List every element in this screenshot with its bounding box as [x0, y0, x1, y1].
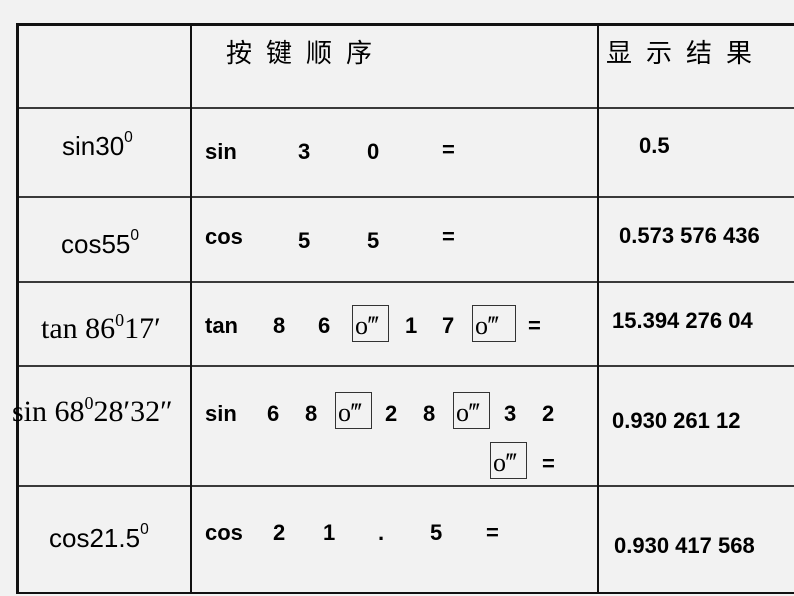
fn-name: sin: [62, 131, 96, 161]
table-border-left: [16, 23, 19, 594]
key: 1: [405, 313, 418, 338]
key: 3: [504, 401, 517, 426]
dms-key-icon: o‴: [453, 392, 490, 429]
expression-tan86-17: tan 86017′: [41, 310, 161, 346]
expression-cos21-5: cos21.50: [49, 521, 149, 554]
row-divider: [16, 485, 794, 487]
key: .: [378, 520, 385, 545]
row-divider: [16, 365, 794, 367]
column-divider: [190, 23, 192, 594]
key: 2: [542, 401, 555, 426]
dms-key-icon: o‴: [352, 305, 389, 342]
degrees: 68: [54, 395, 85, 428]
degrees: 86: [85, 312, 116, 345]
column-divider: [597, 23, 599, 594]
angle-value: 55: [101, 229, 131, 259]
minutes: 17′: [124, 312, 161, 345]
expression-cos55: cos550: [61, 227, 140, 260]
fn-name: sin: [12, 395, 48, 428]
dms-key-icon: o‴: [335, 392, 372, 429]
key: sin: [205, 139, 237, 164]
degree-sup: 0: [140, 521, 149, 538]
key: tan: [205, 313, 238, 338]
key: 7: [442, 313, 455, 338]
key: sin: [205, 401, 237, 426]
calculator-key-sequence-table: 按键顺序 显示结果 sin300 sin 3 0 = 0.5 cos550 co…: [12, 23, 794, 594]
key: 1: [323, 520, 336, 545]
key: cos: [205, 224, 243, 249]
minutes-seconds: 28′32″: [93, 395, 173, 428]
row-divider: [16, 107, 794, 109]
degree-sup: 0: [84, 393, 94, 413]
degree-sup: 0: [130, 227, 140, 244]
key: =: [542, 451, 555, 476]
result-value: 15.394 276 04: [612, 308, 753, 333]
expression-sin30: sin300: [62, 129, 133, 162]
result-value: 0.573 576 436: [619, 223, 760, 248]
table-border-bottom: [16, 592, 794, 594]
result-value: 0.5: [639, 133, 670, 158]
dms-key-icon: o‴: [472, 305, 516, 342]
key: 2: [273, 520, 286, 545]
result-value: 0.930 261 12: [612, 408, 741, 433]
dms-key-icon: o‴: [490, 442, 527, 479]
header-key-sequence: 按键顺序: [226, 39, 387, 69]
key: 5: [298, 228, 311, 253]
key: cos: [205, 520, 243, 545]
fn-name: cos: [61, 229, 102, 259]
table-border-top: [16, 23, 794, 26]
key: =: [486, 520, 499, 545]
key: 6: [318, 313, 331, 338]
key: 2: [385, 401, 398, 426]
degree-sup: 0: [124, 129, 133, 146]
key: 8: [305, 401, 318, 426]
key: =: [442, 137, 455, 162]
angle-value: 30: [95, 131, 125, 161]
result-value: 0.930 417 568: [614, 533, 755, 558]
expression-sin68-28-32: sin 68028′32″: [12, 393, 173, 429]
angle-value: 21.5: [89, 523, 141, 553]
key: 0: [367, 139, 380, 164]
key: 5: [430, 520, 443, 545]
fn-name: cos: [49, 523, 90, 553]
header-display-result: 显示结果: [606, 39, 767, 69]
degree-sup: 0: [115, 310, 125, 330]
key: 8: [273, 313, 286, 338]
row-divider: [16, 281, 794, 283]
key: =: [528, 313, 541, 338]
row-divider: [16, 196, 794, 198]
key: 8: [423, 401, 436, 426]
key: 6: [267, 401, 280, 426]
key: 5: [367, 228, 380, 253]
fn-name: tan: [41, 312, 78, 345]
key: =: [442, 224, 455, 249]
key: 3: [298, 139, 311, 164]
